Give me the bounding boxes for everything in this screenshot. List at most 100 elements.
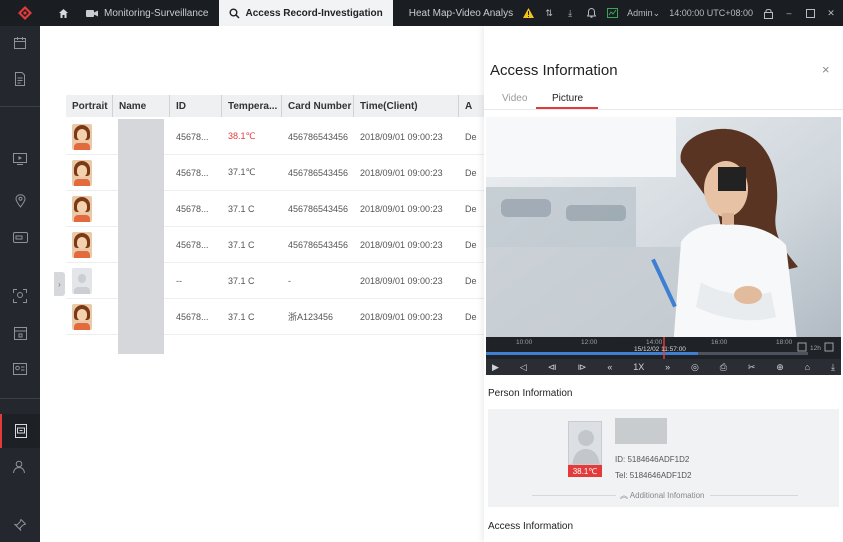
lock-icon[interactable] [762, 8, 774, 19]
clip-icon[interactable]: ✂ [748, 362, 756, 373]
transfer-icon[interactable]: ⇅ [543, 8, 555, 19]
step-forward-icon[interactable]: ⧐ [577, 362, 586, 373]
print-icon[interactable]: ⎙ [720, 362, 727, 373]
sidebar-item-calendar[interactable] [0, 26, 40, 60]
close-icon[interactable]: × [822, 62, 830, 77]
sidebar-item-panel[interactable] [0, 316, 40, 350]
sidebar-item-report[interactable] [0, 62, 40, 96]
card-reader-icon [12, 231, 28, 243]
document-icon [15, 72, 25, 86]
speed-up-icon[interactable]: » [665, 362, 670, 372]
id-cell: 45678... [176, 239, 209, 250]
extra-cell: De [465, 275, 477, 286]
column-header-extra[interactable]: A [459, 95, 484, 117]
temperature-cell: 37.1℃ [228, 167, 256, 177]
face-scan-icon [13, 289, 27, 303]
person-tel-line: Tel: 5184646ADF1D2 [615, 471, 692, 480]
column-header-card-number[interactable]: Card Number [282, 95, 354, 117]
sidebar-item-playback[interactable] [0, 142, 40, 176]
column-header-name[interactable]: Name [113, 95, 170, 117]
portrait-thumbnail[interactable] [72, 231, 92, 258]
card-number-cell: - [288, 275, 291, 286]
user-menu[interactable]: Admin⌄ [627, 8, 660, 19]
timeline-tick: 16:00 [711, 339, 728, 346]
sidebar-item-face[interactable] [0, 279, 40, 313]
column-header-time-client[interactable]: Time(Client) [354, 95, 459, 117]
tab-video[interactable]: Video [502, 93, 527, 104]
maximize-icon[interactable] [804, 8, 816, 18]
timeline-span: 12h [810, 345, 821, 352]
tab-monitoring-surveillance[interactable]: Monitoring-Surveillance [76, 0, 219, 26]
portrait-thumbnail[interactable] [72, 123, 92, 150]
play-icon[interactable]: ▶ [492, 362, 499, 373]
calendar-icon [14, 37, 26, 49]
sidebar-item-person[interactable] [0, 450, 40, 484]
extra-cell: De [465, 311, 477, 322]
playback-timeline[interactable]: 10:00 12:00 14:00 16:00 18:00 15/12/02 1… [486, 337, 841, 359]
warning-icon[interactable] [522, 8, 534, 18]
column-header-temperature[interactable]: Tempera... [222, 95, 282, 117]
column-header-id[interactable]: ID [170, 95, 222, 117]
download-icon[interactable]: ⤓ [564, 8, 576, 19]
portrait-thumbnail[interactable] [72, 195, 92, 222]
home-button[interactable] [50, 0, 76, 26]
timeline-tick: 12:00 [581, 339, 598, 346]
download-clip-icon[interactable]: ⤓ [831, 362, 835, 373]
timeline-tick: 18:00 [776, 339, 793, 346]
person-id-line: ID: 5184646ADF1D2 [615, 455, 689, 464]
previous-frame-icon[interactable]: ◁ [520, 362, 527, 373]
id-cell: 45678... [176, 167, 209, 178]
bell-icon[interactable] [585, 8, 597, 18]
temperature-cell: 38.1℃ [228, 131, 256, 141]
portrait-thumbnail[interactable] [72, 159, 92, 186]
step-back-icon[interactable]: ⧏ [548, 362, 557, 373]
access-information-title: Access Information [488, 521, 574, 532]
chevron-right-icon: › [58, 279, 61, 289]
zoom-icon[interactable]: ⊕ [776, 362, 784, 373]
card-number-cell: 456786543456 [288, 131, 349, 142]
extra-cell: De [465, 167, 477, 178]
person-icon [13, 460, 25, 474]
monitor-status-icon[interactable] [606, 8, 618, 18]
panel-icon [13, 326, 27, 340]
time-cell: 2018/09/01 09:00:23 [360, 311, 443, 322]
sidebar-item-pin[interactable] [0, 508, 40, 542]
collapse-panel-button[interactable]: › [54, 272, 65, 296]
person-name-mask [615, 418, 667, 444]
close-window-icon[interactable]: ✕ [825, 8, 837, 19]
minimize-icon[interactable]: – [783, 8, 795, 18]
snapshot-icon[interactable]: ◎ [691, 362, 699, 373]
sidebar-item-access-record[interactable] [0, 414, 40, 448]
time-cell: 2018/09/01 09:00:23 [360, 275, 443, 286]
top-right-tools: ⇅ ⤓ Admin⌄ 14:00:00 UTC+08:00 – ✕ [522, 0, 843, 26]
portrait-cell [66, 231, 113, 258]
id-cell: 45678... [176, 311, 209, 322]
sidebar-item-map[interactable] [0, 184, 40, 218]
lock-playback-icon[interactable]: ⌂ [805, 362, 810, 372]
slow-down-icon[interactable]: « [607, 362, 612, 372]
portrait-cell [66, 123, 113, 150]
chevron-up-icon: ︽ [620, 491, 628, 500]
tab-access-record-investigation[interactable]: Access Record-Investigation [218, 0, 393, 26]
portrait-thumbnail[interactable] [72, 303, 92, 330]
sidebar-item-id-card[interactable] [0, 352, 40, 386]
time-cell: 2018/09/01 09:00:23 [360, 239, 443, 250]
portrait-cell [66, 303, 113, 330]
person-information-card: 38.1℃ ID: 5184646ADF1D2 Tel: 5184646ADF1… [488, 409, 839, 507]
access-record-icon [15, 424, 27, 438]
sidebar-item-card-reader[interactable] [0, 220, 40, 254]
additional-information-toggle[interactable]: ︽ Additional Infomation [620, 490, 705, 501]
column-header-portrait[interactable]: Portrait [66, 95, 113, 117]
playback-controls: ▶ ◁ ⧏ ⧐ « 1X » ◎ ⎙ ✂ ⊕ ⌂ ⤓ [486, 359, 841, 375]
extra-cell: De [465, 203, 477, 214]
access-information-panel: Access Information × Video Picture 10:00… [484, 26, 843, 542]
person-photo [568, 421, 602, 465]
tab-picture[interactable]: Picture [552, 93, 583, 104]
divider [532, 495, 616, 496]
temperature-badge: 38.1℃ [568, 465, 602, 477]
id-cell: 45678... [176, 131, 209, 142]
divider [710, 495, 798, 496]
portrait-thumbnail[interactable] [72, 267, 92, 294]
sidebar [0, 26, 40, 542]
tab-heat-map-video-analysis[interactable]: Heat Map-Video Analys [393, 0, 513, 26]
